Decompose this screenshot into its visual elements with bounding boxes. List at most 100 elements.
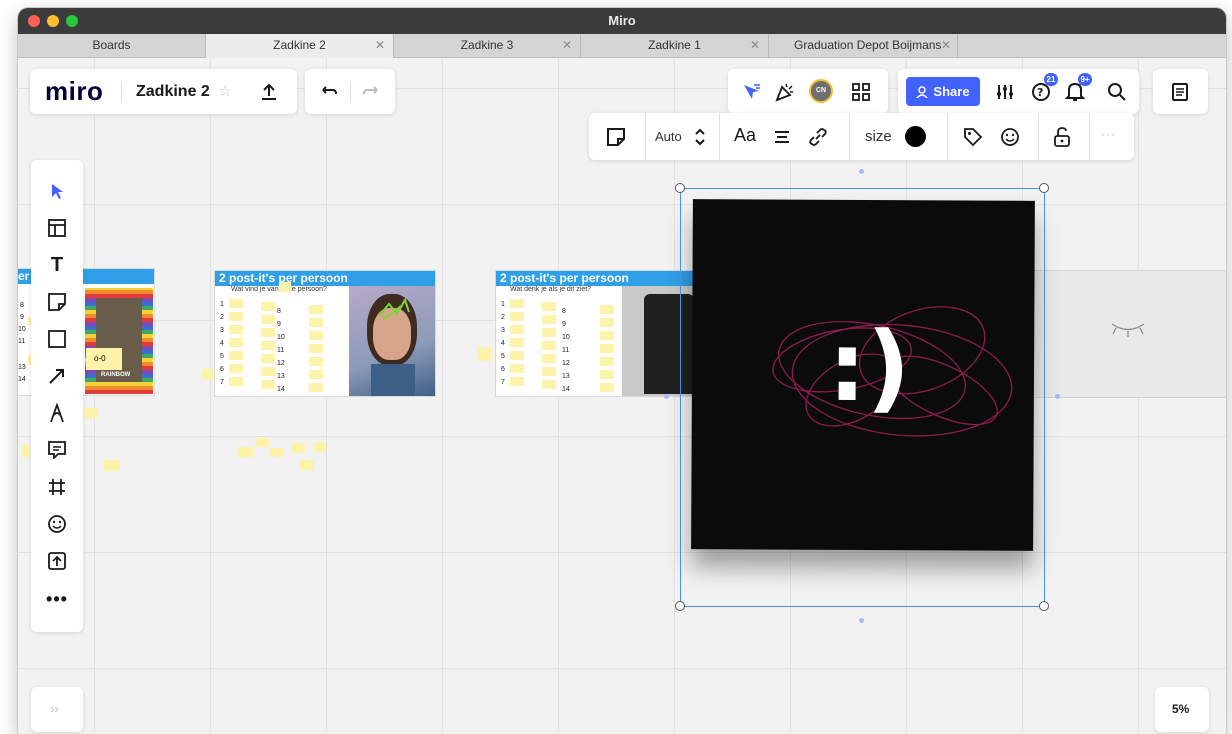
notes-icon[interactable] xyxy=(1167,79,1193,105)
sticky-note[interactable] xyxy=(600,305,614,314)
close-window-button[interactable] xyxy=(28,15,40,27)
sticky-note[interactable] xyxy=(510,325,524,334)
sticky-note[interactable] xyxy=(510,312,524,321)
sticky-note[interactable] xyxy=(22,445,30,457)
sticky-note[interactable] xyxy=(309,318,323,327)
apps-grid-icon[interactable] xyxy=(848,79,874,105)
sticky-note[interactable] xyxy=(542,380,556,389)
sticky-note[interactable] xyxy=(542,328,556,337)
connector-dot[interactable] xyxy=(859,169,864,174)
sticky-note[interactable] xyxy=(270,448,284,457)
board-title[interactable]: Zadkine 2 xyxy=(136,83,210,101)
stepper-icon[interactable] xyxy=(691,124,709,150)
sticky-note[interactable] xyxy=(600,318,614,327)
maximize-window-button[interactable] xyxy=(66,15,78,27)
sticky-note[interactable] xyxy=(261,380,275,389)
templates-icon[interactable] xyxy=(44,215,70,241)
sticky-note[interactable] xyxy=(600,357,614,366)
sticky-note[interactable] xyxy=(300,460,314,470)
close-tab-icon[interactable]: ✕ xyxy=(562,34,572,56)
sticky-note[interactable] xyxy=(238,447,254,457)
tab-boards[interactable]: Boards xyxy=(18,34,206,58)
resize-handle[interactable] xyxy=(1039,183,1049,193)
sticky-note[interactable] xyxy=(600,331,614,340)
more-options-button[interactable]: ··· xyxy=(1101,127,1116,141)
pen-icon[interactable] xyxy=(44,400,70,426)
portrait-image[interactable] xyxy=(349,286,435,396)
sticky-note[interactable] xyxy=(478,347,492,361)
sticky-note[interactable] xyxy=(261,315,275,324)
sticky-note[interactable] xyxy=(104,460,120,471)
resize-handle[interactable] xyxy=(1039,601,1049,611)
sticky-note[interactable] xyxy=(542,302,556,311)
emoji-reaction-icon[interactable] xyxy=(997,124,1023,150)
sticky-note[interactable] xyxy=(229,377,243,386)
sticky-note-icon[interactable] xyxy=(603,124,629,150)
rainbow-image[interactable]: RAINBOW xyxy=(85,288,153,394)
sticky-note[interactable] xyxy=(309,357,323,366)
sticky-note[interactable] xyxy=(542,367,556,376)
tab-zadkine-2[interactable]: Zadkine 2 ✕ xyxy=(206,34,394,58)
sticky-note[interactable] xyxy=(261,302,275,311)
undo-icon[interactable] xyxy=(315,79,341,105)
sticky-note[interactable] xyxy=(510,338,524,347)
sticky-note[interactable] xyxy=(309,305,323,314)
link-icon[interactable] xyxy=(805,124,831,150)
size-label[interactable]: size xyxy=(865,128,892,145)
sticky-note[interactable] xyxy=(542,315,556,324)
zoom-level[interactable]: 5% xyxy=(1172,702,1189,716)
autosize-label[interactable]: Auto xyxy=(655,129,682,144)
sticky-note[interactable] xyxy=(309,370,323,379)
tab-graduation-depot-boijmans[interactable]: Graduation Depot Boijmans ✕ xyxy=(769,34,958,58)
comment-icon[interactable] xyxy=(44,437,70,463)
sticky-note[interactable] xyxy=(542,341,556,350)
celebrate-icon[interactable] xyxy=(772,79,798,105)
sticky-note[interactable] xyxy=(510,364,524,373)
sticky-note[interactable] xyxy=(261,367,275,376)
sticky-note[interactable] xyxy=(229,338,243,347)
star-icon[interactable]: ☆ xyxy=(216,81,234,101)
selection-box[interactable] xyxy=(680,188,1045,607)
sticky-note[interactable] xyxy=(229,325,243,334)
lock-icon[interactable] xyxy=(1049,124,1075,150)
avatar[interactable]: CN xyxy=(809,79,833,103)
more-icon[interactable]: ••• xyxy=(44,586,70,612)
frame-icon[interactable] xyxy=(44,474,70,500)
board-canvas[interactable]: er 8 9 10 11 13 14 RAINBOW o-0 2 post-it… xyxy=(18,58,1226,734)
connector-dot[interactable] xyxy=(1055,394,1060,399)
close-tab-icon[interactable]: ✕ xyxy=(375,34,385,56)
sticky-note[interactable] xyxy=(510,299,524,308)
sticky-note[interactable] xyxy=(261,354,275,363)
close-tab-icon[interactable]: ✕ xyxy=(941,34,951,56)
sticky-note[interactable] xyxy=(309,344,323,353)
sticky-note[interactable] xyxy=(279,282,291,292)
search-icon[interactable] xyxy=(1104,79,1130,105)
sticky-note[interactable] xyxy=(314,442,326,452)
text-icon[interactable]: T xyxy=(44,252,70,278)
sticky-note[interactable] xyxy=(510,377,524,386)
minimize-window-button[interactable] xyxy=(47,15,59,27)
sticky-note[interactable] xyxy=(229,351,243,360)
emoji-icon[interactable] xyxy=(44,511,70,537)
tab-zadkine-3[interactable]: Zadkine 3 ✕ xyxy=(394,34,581,58)
shape-icon[interactable] xyxy=(44,326,70,352)
connector-dot[interactable] xyxy=(859,618,864,623)
export-icon[interactable] xyxy=(256,79,282,105)
expand-button[interactable]: ›› xyxy=(50,701,59,716)
miro-logo[interactable]: miro xyxy=(45,76,103,107)
sticky-note[interactable] xyxy=(229,299,243,308)
partial-frame-right[interactable] xyxy=(1030,271,1226,397)
cursor-follow-icon[interactable] xyxy=(738,79,764,105)
sticky-note[interactable] xyxy=(291,443,305,453)
sticky-note[interactable] xyxy=(309,383,323,392)
settings-sliders-icon[interactable] xyxy=(992,79,1018,105)
frame-wat-vind-je[interactable]: 2 post-it's per persoon Wat vind je van … xyxy=(215,271,435,396)
connector-dot[interactable] xyxy=(664,394,669,399)
tab-zadkine-1[interactable]: Zadkine 1 ✕ xyxy=(581,34,769,58)
sticky-note[interactable] xyxy=(510,351,524,360)
color-swatch[interactable] xyxy=(905,126,926,147)
sticky-note-icon[interactable] xyxy=(44,289,70,315)
sticky-note[interactable] xyxy=(255,438,269,447)
resize-handle[interactable] xyxy=(675,601,685,611)
sticky-note[interactable] xyxy=(600,344,614,353)
